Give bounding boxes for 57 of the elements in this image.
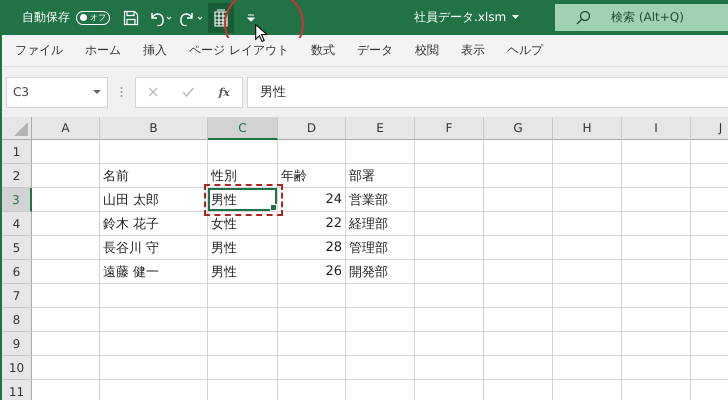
table-cell[interactable]: 経理部 xyxy=(346,212,414,235)
table-cell[interactable]: 男性 xyxy=(208,188,277,211)
table-cell[interactable]: 男性 xyxy=(208,260,277,283)
row-header[interactable]: 2 xyxy=(2,164,32,188)
column-header[interactable]: B xyxy=(100,117,208,140)
caret-icon xyxy=(512,15,520,20)
file-name-menu[interactable]: 社員データ.xlsm xyxy=(414,9,520,26)
formula-field[interactable]: 男性 xyxy=(247,76,728,108)
column-header[interactable]: C xyxy=(208,117,278,140)
dropdown-icon xyxy=(93,90,101,94)
search-field[interactable]: 検索 (Alt+Q) xyxy=(555,4,728,31)
row-header[interactable]: 10 xyxy=(2,356,32,380)
row-header[interactable]: 3 xyxy=(2,188,32,212)
table-cell[interactable]: 22 xyxy=(278,212,345,235)
row-header[interactable]: 8 xyxy=(2,308,32,332)
table-cell[interactable]: 遠藤 健一 xyxy=(100,260,207,283)
column-header[interactable]: H xyxy=(553,117,622,140)
table-cell[interactable]: 部署 xyxy=(346,164,414,187)
table-cell[interactable]: 名前 xyxy=(100,164,207,187)
name-box[interactable]: C3 xyxy=(6,76,108,108)
insert-function-button[interactable]: fx xyxy=(218,86,230,98)
column-header[interactable]: G xyxy=(484,117,553,140)
fill-handle[interactable] xyxy=(270,204,277,211)
table-cell[interactable]: 28 xyxy=(278,236,345,259)
column-header[interactable]: D xyxy=(278,117,346,140)
row-header[interactable]: 4 xyxy=(2,212,32,236)
row-header[interactable]: 9 xyxy=(2,332,32,356)
row-header[interactable]: 11 xyxy=(2,380,32,400)
column-header[interactable]: I xyxy=(622,117,691,140)
table-cell[interactable]: 26 xyxy=(278,260,345,283)
table-cell[interactable]: 性別 xyxy=(208,164,277,187)
table-cell[interactable]: 24 xyxy=(278,188,345,211)
table-cell[interactable]: 営業部 xyxy=(346,188,414,211)
form-button[interactable] xyxy=(208,2,234,32)
column-header[interactable]: J xyxy=(691,117,728,140)
search-icon xyxy=(575,10,591,26)
table-cell[interactable]: 管理部 xyxy=(346,236,414,259)
row-header[interactable]: 1 xyxy=(2,140,32,164)
table-cell[interactable]: 年齢 xyxy=(278,164,345,187)
check-icon[interactable] xyxy=(182,87,194,97)
row-header[interactable]: 5 xyxy=(2,236,32,260)
autosave-toggle[interactable]: オフ xyxy=(76,10,110,24)
row-header[interactable]: 6 xyxy=(2,260,32,284)
row-header[interactable]: 7 xyxy=(2,284,32,308)
autosave-label: 自動保存 xyxy=(22,9,70,26)
column-header[interactable]: A xyxy=(32,117,100,140)
table-cell[interactable]: 女性 xyxy=(208,212,277,235)
save-icon xyxy=(123,10,139,26)
grid-form-icon xyxy=(213,8,229,26)
table-cell[interactable]: 山田 太郎 xyxy=(100,188,207,211)
table-cell[interactable]: 開発部 xyxy=(346,260,414,283)
table-cell[interactable]: 長谷川 守 xyxy=(100,236,207,259)
column-header[interactable]: F xyxy=(415,117,484,140)
column-header[interactable]: E xyxy=(346,117,415,140)
customize-icon xyxy=(246,12,256,24)
table-cell[interactable]: 鈴木 花子 xyxy=(100,212,207,235)
table-cell[interactable]: 男性 xyxy=(208,236,277,259)
